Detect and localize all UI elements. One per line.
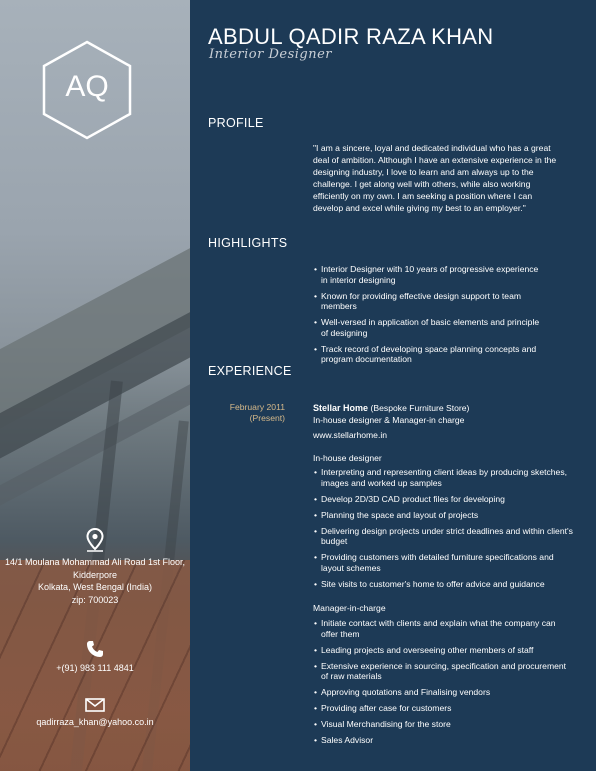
phone-block: +(91) 983 111 4841 <box>0 640 190 675</box>
location-pin-icon <box>86 528 104 552</box>
section-title-inhouse: In-house designer <box>313 453 382 463</box>
job-position: In-house designer & Manager-in charge <box>313 415 465 425</box>
list-item: Develop 2D/3D CAD product files for deve… <box>313 494 573 505</box>
list-item: Site visits to customer's home to offer … <box>313 579 573 590</box>
list-item: Known for providing effective design sup… <box>313 291 543 312</box>
address-block: 14/1 Moulana Mohammad Ali Road 1st Floor… <box>0 528 190 606</box>
address-line: 14/1 Moulana Mohammad Ali Road 1st Floor… <box>4 557 186 567</box>
job-date: February 2011 (Present) <box>210 402 285 423</box>
list-item: Planning the space and layout of project… <box>313 510 573 521</box>
envelope-icon <box>85 698 105 712</box>
list-item: Providing after case for customers <box>313 703 573 714</box>
email-block: qadirraza_khan@yahoo.co.in <box>0 698 190 729</box>
list-item: Interpreting and representing client ide… <box>313 467 573 488</box>
job-header: Stellar Home (Bespoke Furniture Store) I… <box>313 402 573 441</box>
highlights-heading: HIGHLIGHTS <box>208 236 288 250</box>
job-start-date: February 2011 <box>229 402 285 412</box>
company-website[interactable]: www.stellarhome.in <box>313 429 573 441</box>
list-item: Leading projects and overseeing other me… <box>313 645 573 656</box>
list-item: Visual Merchandising for the store <box>313 719 573 730</box>
profile-heading: PROFILE <box>208 116 264 130</box>
candidate-role: Interior Designer <box>209 47 333 62</box>
profile-text: "I am a sincere, loyal and dedicated ind… <box>313 143 557 213</box>
inhouse-duties-list: Interpreting and representing client ide… <box>313 467 573 595</box>
phone-icon <box>87 641 103 657</box>
section-title-manager: Manager-in-charge <box>313 603 386 613</box>
address-line: zip: 700023 <box>71 594 119 605</box>
address-line: Kidderpore <box>72 569 118 580</box>
manager-duties-list: Initiate contact with clients and explai… <box>313 618 573 751</box>
phone-number[interactable]: +(91) 983 111 4841 <box>0 662 190 675</box>
list-item: Well-versed in application of basic elem… <box>313 317 543 338</box>
list-item: Sales Advisor <box>313 735 573 746</box>
list-item: Approving quotations and Finalising vend… <box>313 687 573 698</box>
email-address[interactable]: qadirraza_khan@yahoo.co.in <box>0 716 190 729</box>
list-item: Delivering design projects under strict … <box>313 526 573 547</box>
experience-heading: EXPERIENCE <box>208 364 292 378</box>
company-description: (Bespoke Furniture Store) <box>370 403 470 413</box>
list-item: Providing customers with detailed furnit… <box>313 552 573 573</box>
highlights-list: Interior Designer with 10 years of progr… <box>313 264 543 370</box>
monogram-text: AQ <box>65 70 109 103</box>
job-date-note: (Present) <box>249 412 285 423</box>
list-item: Initiate contact with clients and explai… <box>313 618 573 639</box>
list-item: Extensive experience in sourcing, specif… <box>313 661 573 682</box>
list-item: Interior Designer with 10 years of progr… <box>313 264 543 285</box>
list-item: Track record of developing space plannin… <box>313 344 543 365</box>
address-line: Kolkata, West Bengal (India) <box>38 582 152 592</box>
company-name: Stellar Home <box>313 403 369 413</box>
